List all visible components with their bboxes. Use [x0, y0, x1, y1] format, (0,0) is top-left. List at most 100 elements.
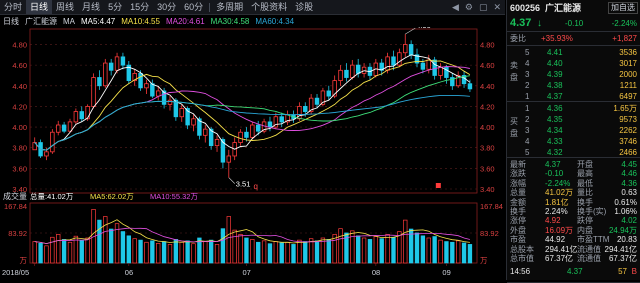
volume-bar [232, 229, 237, 264]
stat-value: 294.41亿 [604, 244, 637, 254]
candle-body [179, 108, 184, 118]
volume-bar [450, 241, 455, 264]
candle-body [226, 155, 232, 163]
price-tick-right: 4.20 [480, 102, 495, 111]
price-tick-left: 3.60 [12, 164, 27, 173]
volume-bar [350, 230, 355, 264]
candle-body [403, 44, 408, 54]
stat-label: 涨跌 [510, 169, 526, 179]
stat-row: 涨跌 -0.10 最高 4.46 [507, 169, 640, 178]
volume-bar [79, 240, 84, 264]
candle-body [355, 64, 361, 74]
volume-bar [61, 239, 67, 264]
stat-row: 最新 4.37 开盘 4.45 [507, 160, 640, 169]
stat-label: 内盘 [577, 225, 593, 235]
level-price: 4.36 [547, 104, 563, 113]
candle-body [255, 124, 261, 132]
stat-label: 换手 [577, 197, 593, 207]
candle-body [44, 151, 49, 157]
window-icon[interactable]: ▢ [479, 2, 488, 13]
volume-bar [32, 241, 37, 264]
tab-7[interactable]: 60分 [180, 0, 207, 14]
orderbook-row: 4 4.40 3017 [507, 58, 640, 69]
tab-2[interactable]: 周线 [52, 0, 78, 14]
candle-body [120, 56, 126, 66]
stat-row: 外盘 16.09万 内盘 24.94万 [507, 226, 640, 235]
tick-price: 4.37 [567, 267, 583, 276]
candle-body [326, 90, 332, 97]
stat-label: 最高 [577, 169, 593, 179]
volume-bar [356, 235, 361, 264]
volume-bar [103, 216, 108, 264]
level-volume: 1211 [619, 81, 637, 90]
stat-value: 67.37亿 [608, 254, 637, 263]
kline-chart[interactable]: 4.90 3.51q 4.80 4.80 4.60 4.60 4.40 4.40 4.20 4.… [0, 27, 505, 280]
price-line: 4.37 ↓ -0.10 -2.24% [507, 17, 640, 30]
candle-body [391, 56, 396, 66]
tab-9[interactable]: 个股资料 [247, 0, 291, 14]
candle-body [108, 62, 114, 71]
candle-body [344, 69, 349, 78]
volume-bar [367, 239, 373, 264]
ma-indicator-label[interactable]: MA [63, 17, 75, 26]
stat-label: 量比 [577, 188, 593, 198]
high-label: 4.90 [416, 27, 431, 30]
tab-5[interactable]: 15分 [126, 0, 153, 14]
tick-volume: 57 [618, 267, 627, 276]
volume-bar [273, 241, 279, 264]
stat-value: 67.37亿 [545, 254, 574, 263]
level-volume: 3017 [619, 59, 637, 68]
tab-0[interactable]: 分时 [0, 0, 26, 14]
candle-body [267, 121, 273, 128]
candle-body [167, 99, 173, 105]
level-index: 1 [525, 104, 530, 113]
volume-tick-left: 万 [20, 256, 28, 265]
tab-3[interactable]: 月线 [78, 0, 104, 14]
volume-bar [379, 238, 384, 264]
volume-ma10-stat: MA10:55.32万 [150, 192, 198, 201]
tab-10[interactable]: 诊股 [291, 0, 317, 14]
ma30-value: MA30:4.58 [210, 16, 250, 26]
price-tick-left: 4.00 [12, 123, 27, 132]
stat-row: 总市值 67.37亿 流通值 67.37亿 [507, 254, 640, 263]
level-price: 4.38 [547, 81, 563, 90]
indicator-info-line: 日线 广汇能源 MA MA5:4.47 MA10:4.55 MA20:4.61 … [0, 15, 505, 27]
add-watchlist-button[interactable]: 加自选 [608, 2, 638, 14]
ma20-value: MA20:4.61 [165, 16, 205, 26]
level-index: 2 [525, 115, 530, 124]
stat-label: 最新 [510, 160, 526, 169]
low-pointer [228, 177, 236, 184]
stat-label: 总市值 [510, 254, 534, 263]
settings-icon[interactable]: ⚙ [465, 2, 473, 13]
level-price: 4.40 [547, 59, 563, 68]
event-marker: q [254, 182, 258, 191]
prev-icon[interactable]: ◀ [452, 2, 459, 13]
candle-body [338, 69, 343, 82]
volume-bar [303, 241, 308, 264]
tab-4[interactable]: 5分 [104, 0, 126, 14]
stat-label: 涨幅 [510, 178, 526, 188]
low-label: 3.51 [236, 180, 251, 189]
tab-8[interactable]: 多周期 [212, 0, 247, 14]
candle-body [91, 77, 96, 107]
candle-body [426, 59, 431, 70]
stat-value: 4.36 [621, 178, 637, 188]
stat-value: 4.46 [621, 169, 637, 179]
stat-value: 20.83 [616, 235, 637, 245]
x-tick-label: 09 [442, 268, 450, 277]
stat-value: -2.24% [545, 178, 571, 188]
stat-label: 换手(实) [577, 207, 607, 216]
close-icon[interactable]: ✕ [493, 2, 501, 13]
weibi-row: 委比 +35.93% +1,827 [507, 33, 640, 44]
volume-bar [267, 243, 273, 264]
tab-1[interactable]: 日线 [26, 0, 53, 14]
candle-body [385, 56, 390, 71]
tab-6[interactable]: 30分 [153, 0, 180, 14]
volume-bar [108, 228, 114, 264]
candle-body [56, 124, 61, 133]
volume-bar [420, 235, 426, 264]
level-volume: 2000 [619, 70, 637, 79]
candle-body [103, 62, 108, 87]
orderbook-row: 1 4.36 1.65万 [507, 103, 640, 114]
candle-body [397, 52, 402, 66]
